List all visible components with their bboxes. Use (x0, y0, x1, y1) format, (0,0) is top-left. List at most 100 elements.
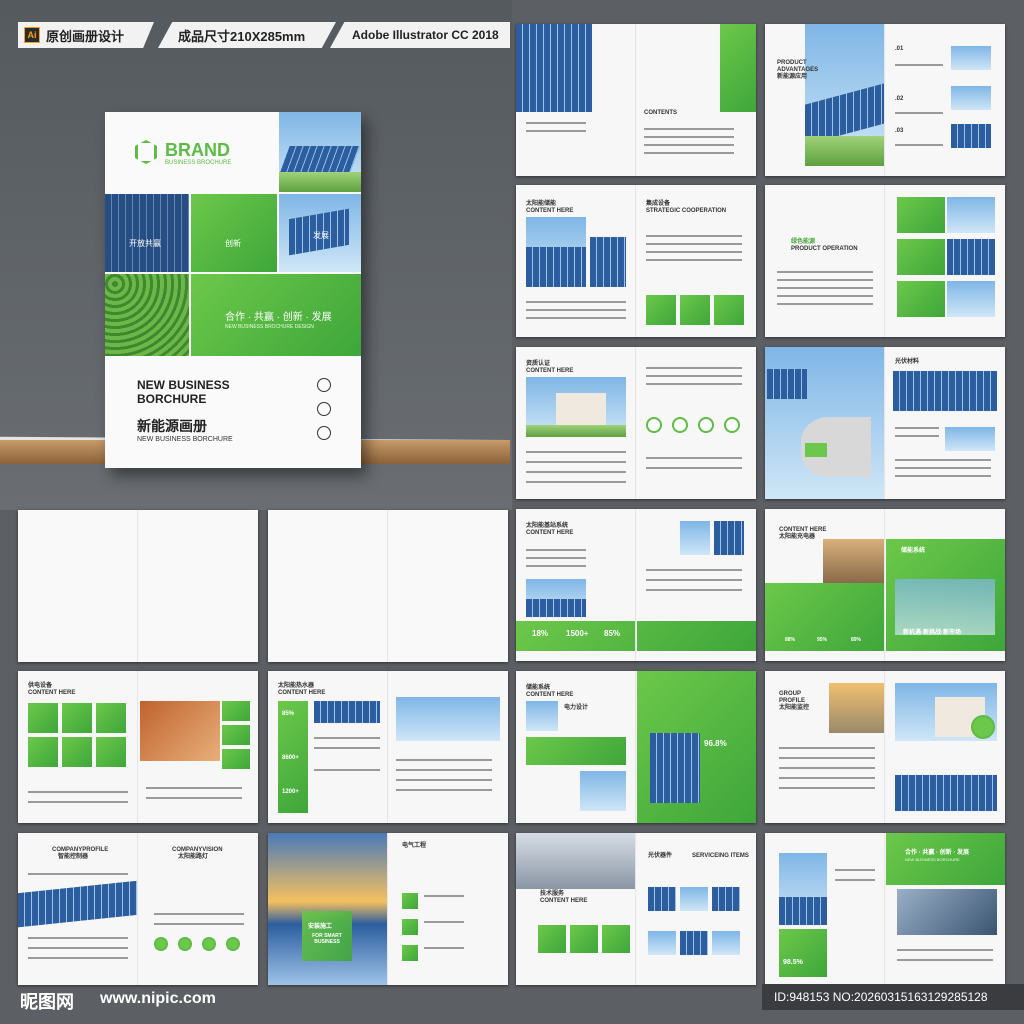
s2-n2: .02 (895, 96, 904, 102)
s16-stat: 98.5% (783, 959, 803, 966)
s14-overlay-en: FOR SMART BUSINESS (312, 933, 342, 945)
spread-power-supply: 供电设备 CONTENT HERE (18, 671, 258, 823)
blank-spread-2 (268, 510, 508, 662)
s14-right-title: 电气工程 (402, 843, 427, 849)
s8-stat3: 89% (851, 637, 862, 643)
s7-stat3: 85% (604, 629, 621, 638)
s4-title: 绿色能源 (791, 239, 816, 245)
s8-banner: 储能系统 (901, 548, 926, 554)
cover-title-cn: 新能源画册 (137, 418, 207, 434)
light-icon (317, 426, 331, 440)
cover-slogan: 合作 · 共赢 · 创新 · 发展 (225, 312, 332, 323)
s3-sub: CONTENT HERE (526, 208, 574, 214)
cover-title-en-2: BORCHURE (137, 392, 207, 406)
watermark-url: www.nipic.com (100, 990, 216, 1007)
s2-title1: PRODUCT (777, 60, 807, 66)
s16-slogan: 合作 · 共赢 · 创新 · 发展 (905, 850, 969, 856)
cover-tile1-label: 开放共赢 (129, 239, 161, 248)
id-text: ID:948153 NO:20260315163129285128 (774, 990, 988, 1004)
s9-title: 供电设备 (28, 683, 53, 689)
s11-right-title: 电力设计 (564, 705, 589, 711)
s8-stat1: 88% (785, 637, 796, 643)
s3-right-sub: STRATEGIC COOPERATION (646, 208, 727, 214)
s13-right-cn: 太阳能路灯 (178, 854, 209, 860)
blank-spread-1 (18, 510, 258, 662)
spread-base-station: 太阳能基站系统 CONTENT HERE 18% 1500+ 85% (516, 509, 756, 661)
s10-stat3: 1200+ (282, 789, 299, 795)
tag-size: 成品尺寸210X285mm (158, 22, 336, 48)
cover-photo-solar (279, 112, 361, 192)
s4-sub: PRODUCT OPERATION (791, 246, 858, 252)
s7-sub: CONTENT HERE (526, 530, 574, 536)
s14-overlay-cn: 安装施工 (308, 924, 333, 930)
s10-stat1: 85% (282, 711, 295, 717)
s15-right-title: 光伏器件 (648, 853, 673, 859)
s8-slogan: 新机遇·新挑战·新市场 (903, 630, 961, 636)
cover-slogan-sub: NEW BUSINESS BROCHURE DESIGN (225, 324, 314, 330)
s7-stat1: 18% (532, 629, 549, 638)
spread-qualification: 资质认证 CONTENT HERE (516, 347, 756, 499)
s13-title-cn: 智能控制器 (58, 854, 89, 860)
s12-title-cn: 太阳能监控 (779, 705, 810, 711)
brochure-cover: BRAND BUSINESS BROCHURE 开放共赢 创新 发展 合作 · … (105, 112, 361, 468)
s2-n1: .01 (895, 46, 904, 52)
s15-right-sub: SERVICEING ITEMS (692, 853, 749, 859)
tag-original-design: Ai 原创画册设计 (18, 22, 154, 48)
spread-energy-storage: 储能系统 CONTENT HERE 电力设计 96.8% (516, 671, 756, 823)
s10-title: 太阳能热水器 (278, 683, 315, 689)
spread-product-advantages: PRODUCT ADVANTAGES 新能源应用 .01 .02 .03 (765, 24, 1005, 176)
s16-slogan-en: NEW BUSINESS BORCHURE (905, 857, 960, 862)
cover-tile3-label: 发展 (313, 231, 329, 240)
s15-title: 技术服务 (540, 891, 565, 897)
s12-title1: GROUP (779, 691, 802, 697)
hexagon-logo-icon (135, 140, 157, 164)
contact-icon (317, 378, 331, 392)
s5-title: 资质认证 (526, 361, 551, 367)
s13-right-title: COMPANYVISION (172, 847, 223, 853)
cover-tile-2: 创新 (191, 194, 277, 272)
s11-sub: CONTENT HERE (526, 692, 574, 698)
s11-title: 储能系统 (526, 685, 551, 691)
spread-water-heater: 太阳能热水器 CONTENT HERE 85% 8600+ 1200+ (268, 671, 508, 823)
spread-solar-storage: 太阳能储能 CONTENT HERE 集成设备 STRATEGIC COOPER… (516, 185, 756, 337)
s2-title-cn: 新能源应用 (777, 74, 808, 80)
contents-label: CONTENTS (644, 110, 677, 116)
s2-n3: .03 (895, 128, 904, 134)
s8-stat2: 95% (817, 637, 828, 643)
cover-brand-sub: BUSINESS BROCHURE (165, 160, 232, 166)
cover-green-banner: 合作 · 共赢 · 创新 · 发展 NEW BUSINESS BROCHURE … (191, 274, 361, 356)
spread-installation: 安装施工 FOR SMART BUSINESS 电气工程 (268, 833, 508, 985)
spread-contents: CONTENTS (516, 24, 756, 176)
s6-title: 光伏材料 (895, 359, 920, 365)
cover-tile-3: 发展 (279, 194, 361, 272)
spread-smart-controller: COMPANYPROFILE 智能控制器 COMPANYVISION 太阳能路灯 (18, 833, 258, 985)
s8-title-cn: 太阳能充电器 (779, 534, 816, 540)
spread-back-cover: 98.5% 合作 · 共赢 · 创新 · 发展 NEW BUSINESS BOR… (765, 833, 1005, 985)
tag1-label: 原创画册设计 (46, 28, 125, 44)
spread-solar-charger: CONTENT HERE 太阳能充电器 储能系统 新机遇·新挑战·新市场 88%… (765, 509, 1005, 661)
cover-title-en-1: NEW BUSINESS (137, 378, 230, 392)
watermark-cn: 昵图网 (20, 992, 74, 1012)
tag3-label: Adobe Illustrator CC 2018 (352, 28, 499, 42)
tag-software: Adobe Illustrator CC 2018 (330, 22, 510, 48)
s3-right-title: 集成设备 (646, 201, 671, 207)
cover-brand: BRAND (165, 140, 230, 160)
s8-title: CONTENT HERE (779, 527, 827, 533)
s10-sub: CONTENT HERE (278, 690, 326, 696)
s7-title: 太阳能基站系统 (526, 523, 569, 529)
s10-stat2: 8600+ (282, 755, 299, 761)
s3-title: 太阳能储能 (526, 201, 557, 207)
s13-title1: COMPANYPROFILE (52, 847, 109, 853)
spread-group-profile: GROUP PROFILE 太阳能监控 (765, 671, 1005, 823)
cover-photo-trees (105, 274, 189, 356)
s5-sub: CONTENT HERE (526, 368, 574, 374)
location-icon (317, 402, 331, 416)
illustrator-icon: Ai (24, 27, 40, 43)
s15-sub: CONTENT HERE (540, 898, 588, 904)
cover-tile-1: 开放共赢 (105, 194, 189, 272)
spread-tech-service: 技术服务 CONTENT HERE 光伏器件 SERVICEING ITEMS (516, 833, 756, 985)
cover-title-en-small: NEW BUSINESS BORCHURE (137, 436, 233, 443)
s7-stat2: 1500+ (566, 629, 589, 638)
spread-green-energy: 绿色能源 PRODUCT OPERATION (765, 185, 1005, 337)
spread-pv-material: 光伏材料 (765, 347, 1005, 499)
